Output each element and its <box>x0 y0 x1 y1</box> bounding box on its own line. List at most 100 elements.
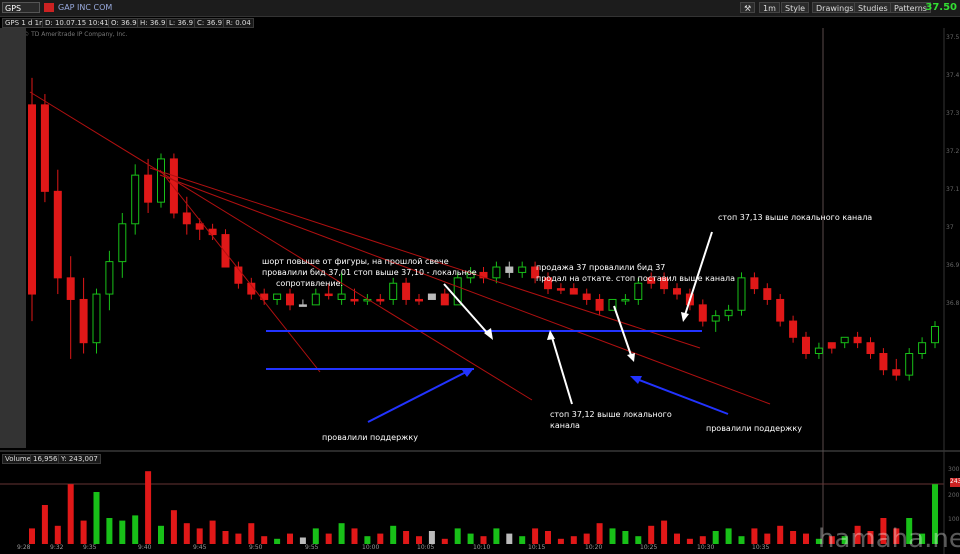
price-tick: 36.9 <box>946 262 960 269</box>
volume-bar <box>751 528 758 544</box>
candle <box>776 298 785 322</box>
time-tick: 9:55 <box>305 544 319 551</box>
volume-bar <box>764 533 771 544</box>
volume-bar <box>570 536 577 544</box>
candle <box>118 223 127 263</box>
candle <box>66 277 75 300</box>
time-tick: 10:10 <box>473 544 491 551</box>
candle <box>427 293 436 300</box>
volume-bar <box>661 520 668 544</box>
volume-bar <box>803 533 809 544</box>
watermark: hamaha.net <box>818 524 960 554</box>
volume-bar <box>390 525 397 544</box>
volume-bar <box>80 520 87 544</box>
volume-bar <box>248 523 255 544</box>
candle <box>79 298 88 344</box>
volume-bar <box>674 533 680 544</box>
candle <box>827 342 836 349</box>
candle <box>569 288 578 295</box>
time-tick: 9:35 <box>83 544 97 551</box>
candle <box>673 288 681 295</box>
volume-bar <box>790 531 797 544</box>
volume-bar <box>364 536 371 544</box>
volume-bar <box>235 533 242 544</box>
premarket-shade <box>0 28 26 448</box>
annotation-stop-1a: стоп 37,12 выше локального <box>550 410 672 419</box>
volume-bar <box>519 536 526 544</box>
volume-bar <box>158 525 164 544</box>
time-tick: 10:05 <box>417 544 435 551</box>
candle <box>556 288 565 291</box>
annotation-stop-2: стоп 37,13 выше локального канала <box>718 213 873 222</box>
volume-bar <box>441 538 448 544</box>
volume-bar <box>54 525 61 544</box>
candle <box>905 353 914 376</box>
candle <box>157 158 165 203</box>
time-tick: 10:30 <box>697 544 715 551</box>
candle <box>440 293 449 306</box>
annotation-sale-2: продал на откате. стоп поставил выше кан… <box>536 274 736 283</box>
candle <box>415 298 423 302</box>
candle <box>853 336 862 344</box>
volume-bar <box>532 528 539 544</box>
candle <box>286 293 294 306</box>
candle <box>144 174 153 203</box>
candle <box>92 293 101 344</box>
volume-bar <box>454 528 461 544</box>
candle <box>724 309 733 317</box>
candle <box>376 298 385 302</box>
candle <box>879 353 888 371</box>
annotation-short-1: шорт повыше от фигуры, на прошлой свече <box>262 257 449 266</box>
volume-bars <box>29 471 938 544</box>
volume-cursor: Y: 243,007 <box>58 454 101 464</box>
price-tick: 37 <box>946 224 954 231</box>
annotation-short-2: провалили бид 37,01 стоп выше 37,10 - ло… <box>262 268 477 277</box>
volume-bar <box>183 523 190 544</box>
volume-bar <box>274 538 281 544</box>
volume-bar <box>93 492 100 544</box>
volume-bar <box>287 533 293 544</box>
candle <box>802 336 810 355</box>
candle <box>402 282 411 300</box>
volume-bar <box>377 533 384 544</box>
volume-bar <box>312 528 319 544</box>
entry-arrow <box>443 283 491 337</box>
volume-bar <box>712 531 719 544</box>
volume-tick: 300 <box>948 466 960 473</box>
annotation-support-1: провалили поддержку <box>322 433 418 442</box>
candle <box>492 266 501 279</box>
candle <box>634 282 643 300</box>
arrowhead <box>627 353 635 362</box>
time-tick: 10:20 <box>585 544 603 551</box>
candle <box>182 212 191 225</box>
volume-bar <box>41 505 48 544</box>
volume-bar <box>506 533 513 544</box>
volume-tick: 200 <box>948 492 960 499</box>
time-tick: 10:35 <box>752 544 770 551</box>
candle <box>763 288 772 300</box>
volume-bar <box>132 515 139 544</box>
time-tick: 9:28 <box>17 544 31 551</box>
price-chart[interactable] <box>0 0 960 554</box>
candle <box>711 315 720 322</box>
stop-arrow-1 <box>550 333 573 405</box>
support-arrow-1 <box>367 369 471 423</box>
volume-bar <box>622 531 629 544</box>
time-tick: 9:32 <box>50 544 64 551</box>
time-tick: 9:45 <box>193 544 207 551</box>
volume-bar <box>493 528 500 544</box>
candle <box>931 325 939 344</box>
candle <box>221 234 230 268</box>
price-tick: 37.1 <box>946 186 960 193</box>
volume-bar <box>119 520 126 544</box>
annotation-stop-1b: канала <box>550 421 580 430</box>
candle <box>737 277 746 311</box>
time-tick: 10:00 <box>362 544 380 551</box>
candle <box>698 304 707 322</box>
candle <box>840 336 849 344</box>
candle <box>892 369 901 376</box>
candle <box>169 158 178 214</box>
candle <box>311 293 320 306</box>
candle <box>814 347 823 355</box>
candle <box>505 266 514 273</box>
